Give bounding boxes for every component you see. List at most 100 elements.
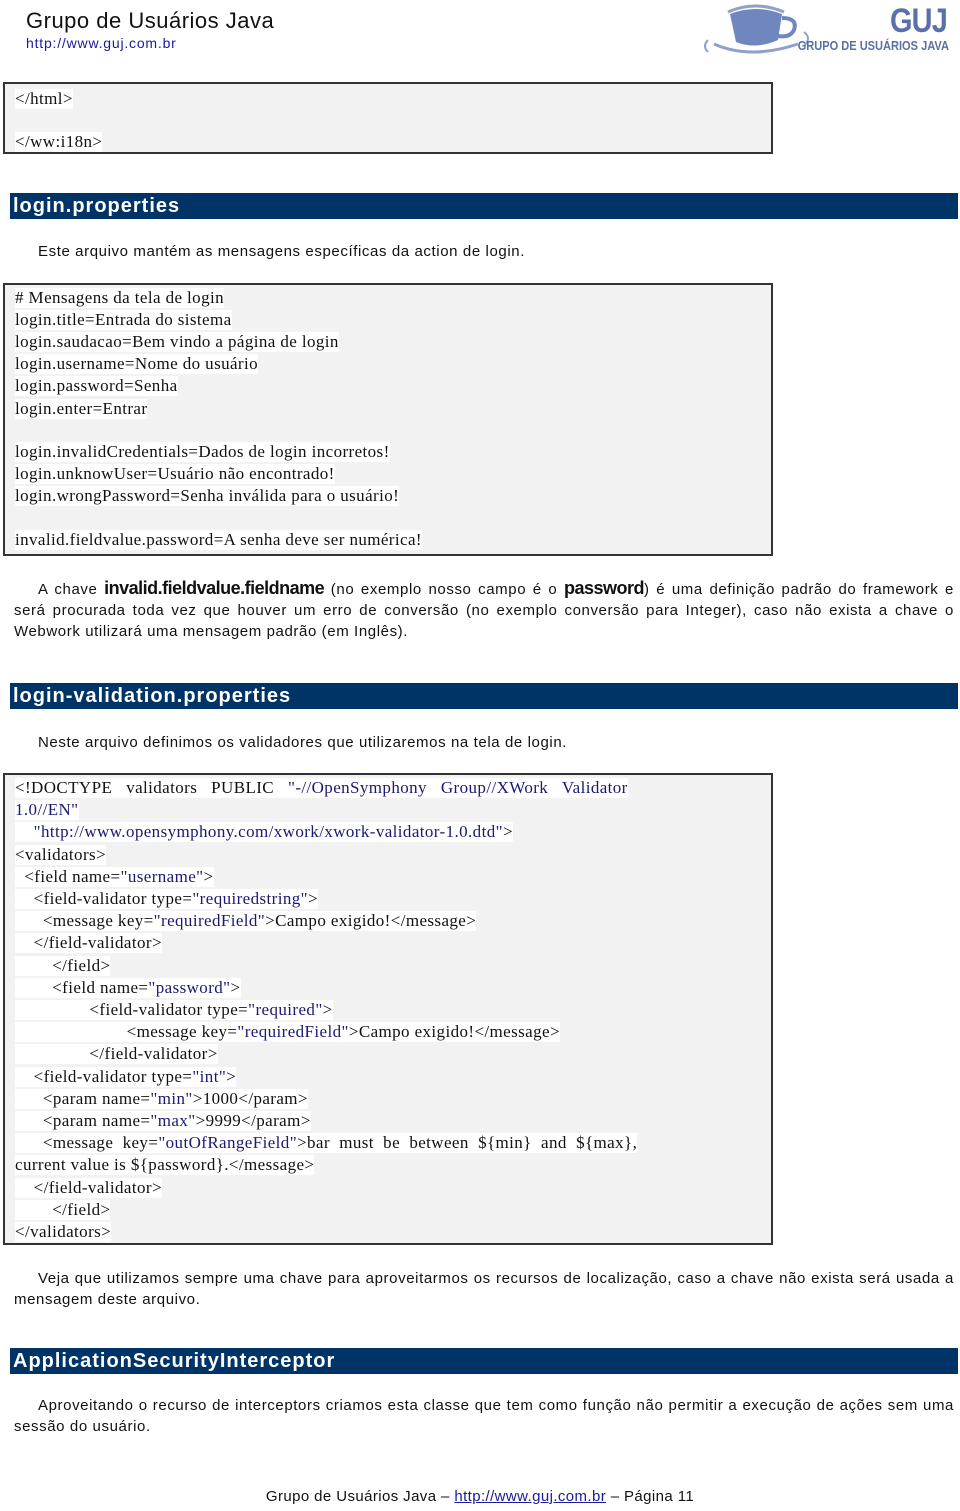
code-text: <field name= [15, 977, 149, 997]
code-text: </validators> [15, 1222, 112, 1241]
note-paragraph: Veja que utilizamos sempre uma chave par… [14, 1270, 954, 1308]
code-block-login-properties: # Mensagens da tela de login login.title… [3, 283, 773, 556]
code-string-literal: "requiredstring" [192, 889, 308, 908]
code-line: login.username=Nome do usuário [15, 354, 259, 374]
code-line: <field-validator type="requiredstring"> [15, 889, 318, 909]
code-line: </field-validator> [15, 933, 162, 954]
code-line: invalid.fieldvalue.password=A senha deve… [15, 530, 422, 550]
logo-subtitle: GRUPO DE USUÁRIOS JAVA [797, 38, 949, 53]
code-line: <message key="outOfRangeField">bar must … [15, 1133, 638, 1154]
guj-logo: GUJ GRUPO DE USUÁRIOS JAVA [700, 2, 955, 62]
code-text: <field name= [15, 866, 121, 886]
code-text: >Campo exigido!</message> [265, 911, 477, 931]
code-line: <field-validator type="int"> [15, 1066, 237, 1087]
code-line: current value is ${password}.</message> [15, 1155, 315, 1176]
code-text: > [502, 822, 513, 842]
code-string-literal: "required" [248, 1000, 323, 1019]
code-text: > [307, 889, 318, 908]
code-string-literal: "min" [150, 1088, 193, 1108]
code-line: login.password=Senha [15, 376, 178, 396]
code-text: </field-validator> [15, 1044, 218, 1064]
code-line: <message key="requiredField">Campo exigi… [15, 911, 477, 932]
text: (no exemplo nosso campo é o [324, 581, 564, 598]
code-text: > [230, 977, 241, 997]
code-text: > [322, 1000, 333, 1019]
logo-mark: GUJ [890, 2, 948, 40]
code-text: <message key= [15, 1133, 159, 1153]
code-line: </validators> [15, 1222, 112, 1242]
section-intro: Neste arquivo definimos os validadores q… [38, 734, 568, 751]
page-footer: Grupo de Usuários Java – http://www.guj.… [0, 1488, 960, 1505]
code-line: login.invalidCredentials=Dados de login … [15, 442, 390, 462]
code-line: login.title=Entrada do sistema [15, 310, 232, 330]
code-line: </field-validator> [15, 1177, 162, 1198]
code-text: <message key= [15, 911, 154, 931]
code-line: <validators> [15, 844, 107, 865]
code-line: <param name="max">9999</param> [15, 1111, 311, 1131]
code-text: > [226, 1066, 237, 1086]
code-string-literal: "-//OpenSymphony Group//XWork Validator [287, 778, 628, 797]
code-text: </field-validator> [15, 933, 162, 953]
code-text: >1000</param> [192, 1088, 308, 1108]
key-password: password [563, 578, 645, 598]
coffee-cup-icon [704, 4, 809, 54]
code-line: <param name="min">1000</param> [15, 1088, 308, 1109]
code-line: </html> [15, 89, 73, 109]
code-text: <field-validator type= [15, 1000, 249, 1019]
text: A chave [38, 581, 105, 598]
code-line: login.wrongPassword=Senha inválida para … [15, 486, 400, 506]
code-text: <param name= [15, 1088, 151, 1108]
code-line: "http://www.opensymphony.com/xwork/xwork… [15, 822, 513, 843]
code-line: <!DOCTYPE validators PUBLIC "-//OpenSymp… [15, 778, 628, 798]
footer-url-link[interactable]: http://www.guj.com.br [454, 1488, 606, 1505]
section-heading-login-properties: login.properties [10, 193, 958, 219]
section-heading-login-validation: login-validation.properties [10, 683, 958, 709]
section-intro: Este arquivo mantém as mensagens específ… [38, 243, 525, 260]
code-line: <field-validator type="required"> [15, 1000, 333, 1020]
code-text: <!DOCTYPE validators PUBLIC [15, 778, 288, 797]
explanation-paragraph: A chave invalid.fieldvalue.fieldname (no… [14, 578, 954, 642]
code-string-literal: "outOfRangeField" [158, 1133, 298, 1153]
code-string-literal: "http://www.opensymphony.com/xwork/xwork… [33, 822, 503, 842]
header-title: Grupo de Usuários Java [26, 8, 275, 33]
code-block-html-end: </html> </ww:i18n> [3, 82, 773, 154]
code-text: </field> [15, 1199, 111, 1219]
code-text: <field-validator type= [15, 1066, 193, 1086]
code-text: current value is ${password}.</message> [15, 1155, 315, 1175]
section-heading-interceptor: ApplicationSecurityInterceptor [10, 1348, 958, 1374]
code-text: <message key= [15, 1022, 238, 1042]
code-text: <field-validator type= [15, 889, 193, 908]
code-string-literal: "max" [150, 1111, 196, 1130]
code-line: # Mensagens da tela de login [15, 288, 225, 308]
key-fieldname: invalid.fieldvalue.fieldname [104, 578, 325, 598]
code-text: </field-validator> [15, 1177, 162, 1197]
code-string-literal: "requiredField" [237, 1022, 349, 1042]
code-line: </field-validator> [15, 1044, 218, 1065]
code-string-literal: "username" [120, 866, 204, 886]
code-line: </field> [15, 955, 111, 976]
code-line: 1.0//EN" [15, 800, 79, 821]
code-string-literal: "password" [148, 977, 231, 997]
code-string-literal: 1.0//EN" [15, 800, 79, 820]
footer-page-number: – Página 11 [606, 1488, 695, 1505]
code-text: >bar must be between ${min} and ${max}, [297, 1133, 638, 1153]
code-text: > [203, 866, 214, 886]
code-text: <validators> [15, 844, 107, 864]
code-line: login.unknowUser=Usuário não encontrado! [15, 464, 335, 484]
code-string-literal: "int" [192, 1066, 227, 1086]
code-text: >9999</param> [195, 1111, 311, 1130]
section-intro: Aproveitando o recurso de interceptors c… [14, 1397, 954, 1435]
code-line: login.saudacao=Bem vindo a página de log… [15, 332, 339, 352]
footer-prefix: Grupo de Usuários Java – [265, 1488, 455, 1505]
code-text: <param name= [15, 1111, 151, 1130]
code-string-literal: "requiredField" [153, 911, 266, 931]
header-url-link[interactable]: http://www.guj.com.br [26, 35, 177, 51]
code-line: <field name="username"> [15, 866, 214, 887]
code-line: </field> [15, 1199, 111, 1220]
code-line: <message key="requiredField">Campo exigi… [15, 1022, 560, 1043]
code-line: <field name="password"> [15, 977, 241, 998]
code-line: login.enter=Entrar [15, 399, 148, 419]
code-text: </field> [15, 955, 111, 975]
code-line: </ww:i18n> [15, 132, 103, 152]
